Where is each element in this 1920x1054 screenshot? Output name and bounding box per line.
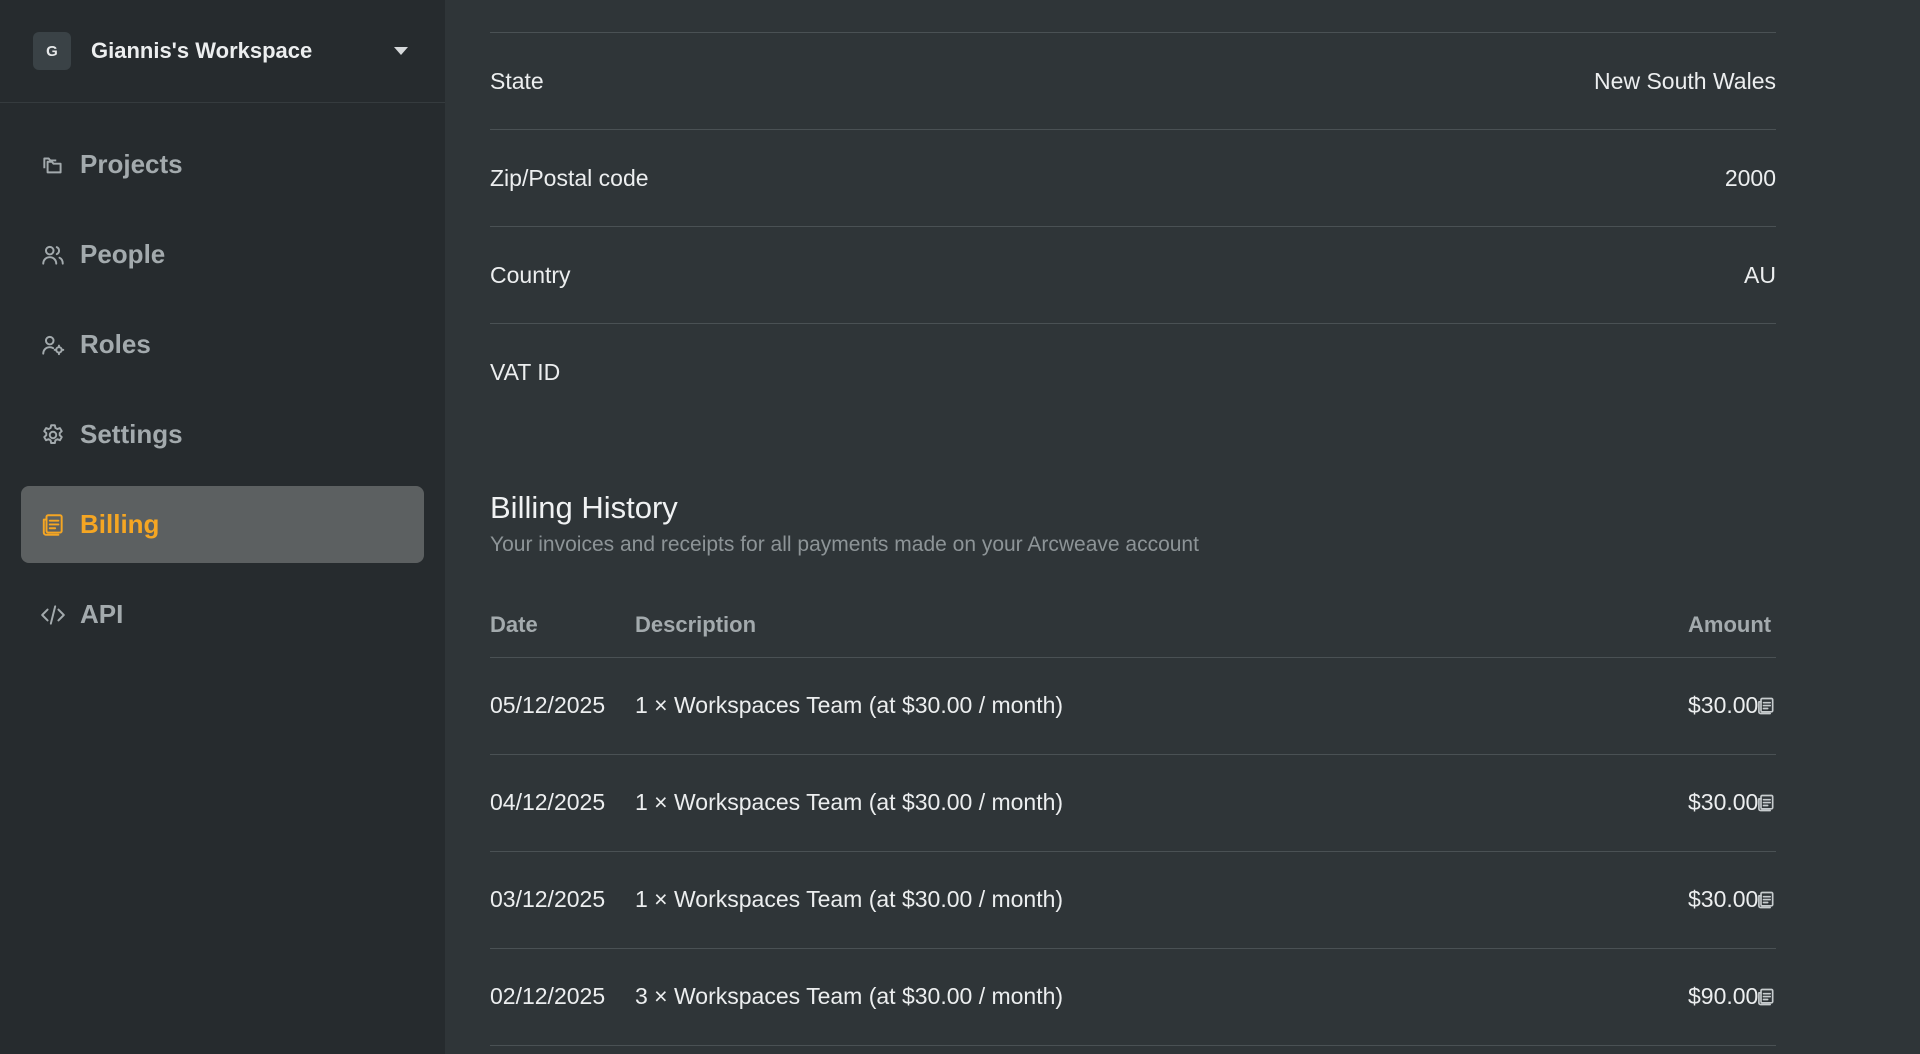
sidebar-item-projects[interactable]: Projects — [21, 126, 424, 203]
row-amount: $90.00 — [1688, 983, 1759, 1009]
sidebar-item-api[interactable]: API — [21, 576, 424, 653]
main-content: State New South Wales Zip/Postal code 20… — [445, 0, 1920, 1054]
workspace-avatar: G — [33, 32, 71, 70]
row-description: 1 × Workspaces Team (at $30.00 / month) — [635, 692, 1064, 718]
table-row: 02/12/2025 3 × Workspaces Team (at $30.0… — [490, 949, 1776, 1046]
field-value: New South Wales — [1594, 67, 1776, 94]
field-state: State New South Wales — [490, 33, 1776, 130]
table-row: 04/12/2025 1 × Workspaces Team (at $30.0… — [490, 755, 1776, 852]
sidebar: G Giannis's Workspace Projects People Ro… — [0, 0, 445, 1054]
receipt-icon[interactable] — [1756, 793, 1776, 813]
sidebar-item-label: Projects — [80, 149, 183, 179]
row-amount: $30.00 — [1688, 789, 1759, 815]
table-row: 03/12/2025 1 × Workspaces Team (at $30.0… — [490, 852, 1776, 949]
row-date: 03/12/2025 — [490, 886, 606, 912]
row-description: 3 × Workspaces Team (at $30.00 / month) — [635, 983, 1064, 1009]
billing-history-title: Billing History — [490, 490, 678, 525]
receipt-icon[interactable] — [1756, 696, 1776, 716]
app: G Giannis's Workspace Projects People Ro… — [0, 0, 1920, 1054]
users-icon — [42, 245, 64, 265]
workspace-name: Giannis's Workspace — [91, 38, 313, 63]
sidebar-nav: Projects People Roles Settings Billing A… — [0, 103, 445, 653]
receipt-icon — [42, 513, 63, 536]
sidebar-item-label: API — [80, 599, 124, 629]
row-date: 04/12/2025 — [490, 789, 606, 815]
sidebar-item-roles[interactable]: Roles — [21, 306, 424, 383]
receipt-icon[interactable] — [1756, 987, 1776, 1007]
row-date: 02/12/2025 — [490, 983, 606, 1009]
billing-history-subtitle: Your invoices and receipts for all payme… — [490, 533, 1199, 556]
row-amount: $30.00 — [1688, 886, 1759, 912]
folders-icon — [43, 157, 62, 173]
sidebar-item-label: Roles — [80, 329, 151, 359]
column-header-amount: Amount — [1688, 612, 1772, 637]
column-header-date: Date — [490, 612, 538, 637]
field-country: Country AU — [490, 227, 1776, 324]
field-label: State — [490, 67, 544, 94]
field-vat: VAT ID — [490, 324, 1776, 421]
column-header-description: Description — [635, 612, 757, 637]
field-label: Country — [490, 261, 571, 288]
receipt-icon[interactable] — [1756, 890, 1776, 910]
row-description: 1 × Workspaces Team (at $30.00 / month) — [635, 789, 1064, 815]
table-row: 05/12/2025 1 × Workspaces Team (at $30.0… — [490, 658, 1776, 755]
row-description: 1 × Workspaces Team (at $30.00 / month) — [635, 886, 1064, 912]
field-label: VAT ID — [490, 359, 561, 385]
sidebar-item-settings[interactable]: Settings — [21, 396, 424, 473]
workspace-switcher[interactable]: G Giannis's Workspace — [0, 0, 445, 103]
row-date: 05/12/2025 — [490, 692, 606, 718]
row-amount: $30.00 — [1688, 692, 1759, 718]
sidebar-item-label: Settings — [80, 419, 183, 449]
field-value: 2000 — [1724, 164, 1776, 191]
sidebar-item-label: Billing — [80, 509, 160, 539]
sidebar-item-label: People — [80, 239, 166, 269]
chevron-down-icon — [394, 47, 408, 55]
field-value: AU — [1744, 261, 1776, 288]
sidebar-item-people[interactable]: People — [21, 216, 424, 293]
sidebar-item-billing[interactable]: Billing — [21, 486, 424, 563]
code-icon — [41, 604, 65, 625]
user-cog-icon — [42, 335, 65, 355]
gear-icon — [43, 423, 63, 444]
field-zip: Zip/Postal code 2000 — [490, 130, 1776, 227]
field-label: Zip/Postal code — [490, 164, 649, 191]
